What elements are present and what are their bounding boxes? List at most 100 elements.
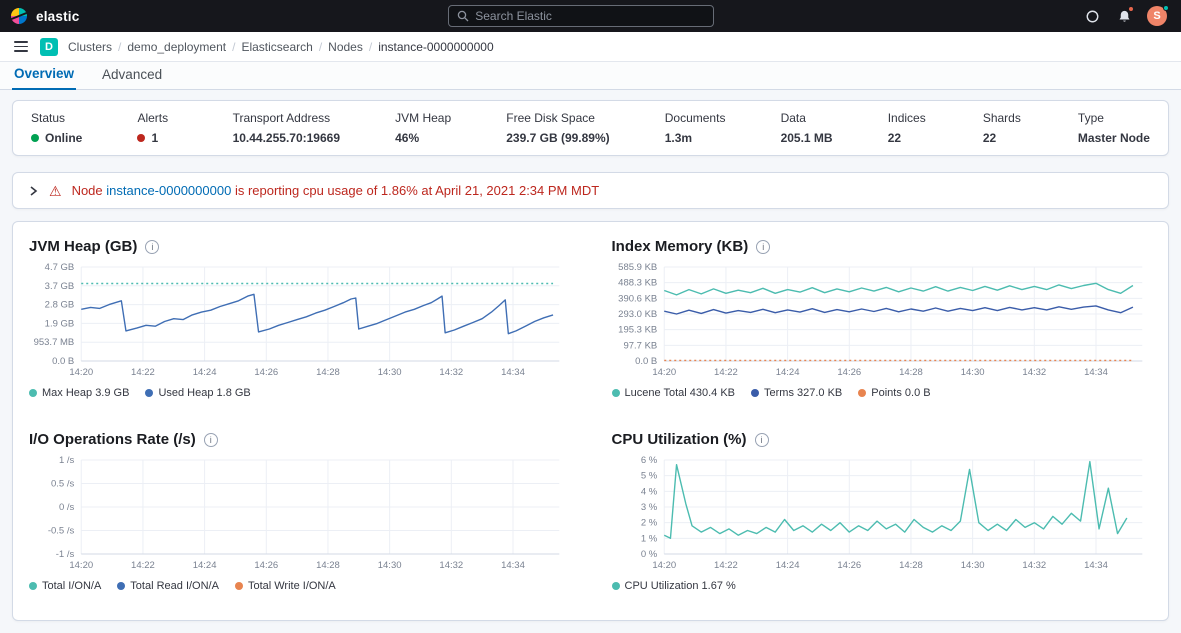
warning-icon: ⚠	[49, 184, 62, 198]
legend-dot	[145, 389, 153, 397]
alert-panel[interactable]: ⚠ Node instance-0000000000 is reporting …	[12, 172, 1169, 209]
tab-advanced[interactable]: Advanced	[100, 62, 164, 89]
legend-item[interactable]: Total Write I/ON/A	[235, 580, 336, 592]
breadcrumb-separator: /	[319, 40, 322, 54]
summary-item-type: TypeMaster Node	[1078, 111, 1150, 145]
chart-title-row: Index Memory (KB)i	[612, 238, 1153, 255]
breadcrumb-item-elasticsearch[interactable]: Elasticsearch	[241, 40, 312, 54]
x-axis-label: 14:30	[960, 367, 984, 378]
chevron-right-icon[interactable]	[27, 185, 39, 197]
summary-label: Shards	[983, 111, 1023, 125]
legend-item[interactable]: Used Heap 1.8 GB	[145, 387, 250, 399]
node-instance-link[interactable]: instance-0000000000	[106, 183, 231, 198]
series-line	[664, 306, 1133, 314]
chart-title-row: JVM Heap (GB)i	[29, 238, 570, 255]
user-avatar[interactable]: S	[1147, 6, 1167, 26]
charts-panel: JVM Heap (GB)i14:2014:2214:2414:2614:281…	[12, 221, 1169, 621]
y-axis-label: 4 %	[640, 486, 657, 497]
elastic-logo-icon[interactable]	[10, 7, 28, 25]
chart-index-memory: Index Memory (KB)i14:2014:2214:2414:2614…	[612, 238, 1153, 407]
legend-item[interactable]: Total Read I/ON/A	[117, 580, 219, 592]
y-axis-label: 488.3 KB	[618, 278, 657, 289]
chart-legend: CPU Utilization 1.67 %	[612, 580, 1153, 592]
legend-label: Terms 327.0 KB	[764, 387, 842, 399]
y-axis-label: 0.0 B	[635, 356, 657, 367]
x-axis-label: 14:34	[501, 367, 525, 378]
x-axis-label: 14:24	[193, 560, 217, 571]
info-icon[interactable]: i	[756, 240, 770, 254]
y-axis-label: 293.0 KB	[618, 309, 657, 320]
x-axis-label: 14:34	[1084, 367, 1108, 378]
y-axis-label: 0.0 B	[52, 356, 74, 367]
x-axis-label: 14:24	[193, 367, 217, 378]
breadcrumb-item-demo-deployment[interactable]: demo_deployment	[127, 40, 226, 54]
breadcrumb-item-nodes[interactable]: Nodes	[328, 40, 363, 54]
info-icon[interactable]: i	[755, 433, 769, 447]
x-axis-label: 14:20	[652, 560, 676, 571]
avatar-initial: S	[1153, 10, 1160, 22]
x-axis-label: 14:22	[131, 367, 155, 378]
breadcrumb-item-instance-0000000000: instance-0000000000	[378, 40, 493, 54]
y-axis-label: 6 %	[640, 455, 657, 466]
y-axis-label: 1 %	[640, 533, 657, 544]
x-axis-label: 14:32	[439, 367, 463, 378]
summary-label: JVM Heap	[395, 111, 451, 125]
y-axis-label: 4.7 GB	[45, 262, 75, 273]
top-header: elastic S	[0, 0, 1181, 32]
breadcrumb-separator: /	[369, 40, 372, 54]
series-line	[664, 283, 1133, 295]
x-axis-label: 14:20	[69, 367, 93, 378]
y-axis-label: 0.5 /s	[51, 479, 74, 490]
y-axis-label: 5 %	[640, 471, 657, 482]
breadcrumb-item-clusters[interactable]: Clusters	[68, 40, 112, 54]
x-axis-label: 14:30	[378, 560, 402, 571]
summary-value: Master Node	[1078, 131, 1150, 145]
legend-dot	[29, 389, 37, 397]
legend-label: CPU Utilization 1.67 %	[625, 580, 736, 592]
breadcrumb: Clusters / demo_deployment / Elasticsearch / N…	[68, 40, 494, 54]
summary-label: Indices	[888, 111, 928, 125]
legend-item[interactable]: Max Heap 3.9 GB	[29, 387, 129, 399]
tab-overview[interactable]: Overview	[12, 61, 76, 90]
y-axis-label: 0 /s	[59, 502, 75, 513]
deployment-badge[interactable]: D	[40, 38, 58, 56]
legend-label: Points 0.0 B	[871, 387, 930, 399]
series-line	[664, 462, 1127, 539]
legend-item[interactable]: Total I/ON/A	[29, 580, 101, 592]
legend-item[interactable]: Points 0.0 B	[858, 387, 930, 399]
info-icon[interactable]: i	[145, 240, 159, 254]
info-icon[interactable]: i	[204, 433, 218, 447]
y-axis-label: 195.3 KB	[618, 325, 657, 336]
summary-item-data: Data205.1 MB	[781, 111, 833, 145]
summary-value: 239.7 GB (99.89%)	[506, 131, 609, 145]
chart-title-row: CPU Utilization (%) i	[612, 431, 1153, 448]
cloud-deployments-icon[interactable]	[1083, 7, 1101, 25]
legend-item[interactable]: Terms 327.0 KB	[751, 387, 842, 399]
x-axis-label: 14:28	[899, 367, 923, 378]
chart-title: CPU Utilization (%)	[612, 431, 747, 448]
legend-item[interactable]: CPU Utilization 1.67 %	[612, 580, 736, 592]
legend-label: Total Write I/ON/A	[248, 580, 336, 592]
notifications-bell-icon[interactable]	[1115, 7, 1133, 25]
summary-value: 1.3m	[665, 131, 726, 145]
x-axis-label: 14:26	[837, 367, 861, 378]
search-input[interactable]	[475, 9, 705, 23]
presence-dot	[1163, 5, 1169, 11]
y-axis-label: -0.5 /s	[48, 526, 75, 537]
menu-hamburger-icon[interactable]	[12, 39, 30, 54]
y-axis-label: 0 %	[640, 549, 657, 560]
summary-item-indices: Indices22	[888, 111, 928, 145]
legend-label: Lucene Total 430.4 KB	[625, 387, 736, 399]
chart-canvas: 14:2014:2214:2414:2614:2814:3014:3214:34…	[29, 454, 570, 576]
brand-name: elastic	[36, 9, 79, 24]
series-line	[81, 294, 553, 333]
summary-label: Alerts	[137, 111, 177, 125]
y-axis-label: 1 /s	[59, 455, 75, 466]
chart-title: I/O Operations Rate (/s)	[29, 431, 196, 448]
chart-legend: Max Heap 3.9 GB Used Heap 1.8 GB	[29, 387, 570, 399]
breadcrumb-separator: /	[232, 40, 235, 54]
legend-dot	[29, 582, 37, 590]
global-search-box[interactable]	[448, 5, 714, 27]
summary-value: 22	[983, 131, 1023, 145]
legend-item[interactable]: Lucene Total 430.4 KB	[612, 387, 736, 399]
